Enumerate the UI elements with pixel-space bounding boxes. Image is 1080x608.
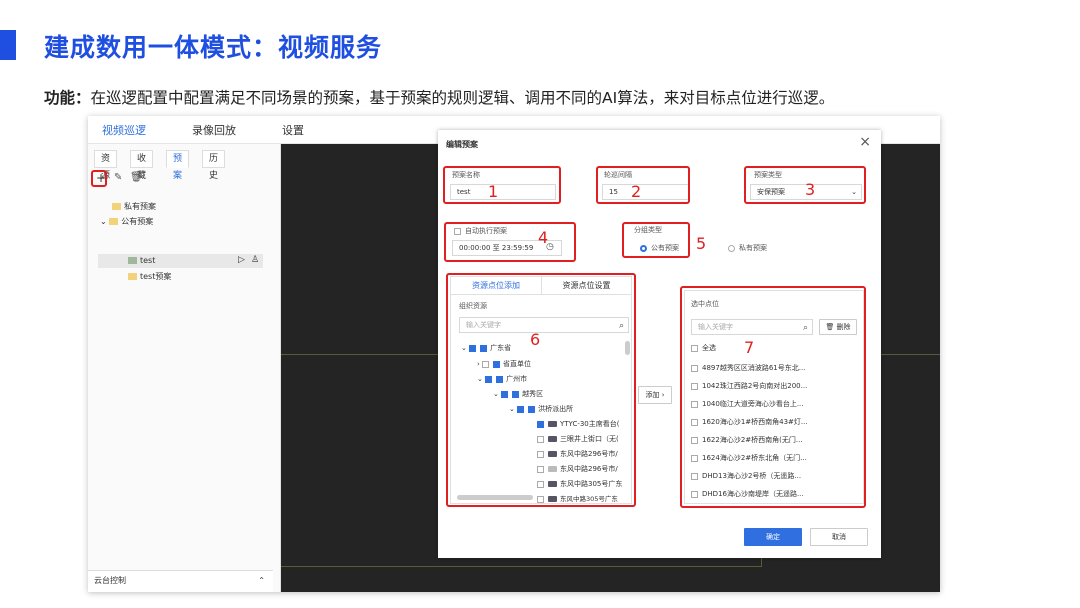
annotation-box-4: [444, 222, 576, 262]
tree-label: 私有预案: [124, 202, 156, 211]
edit-plan-dialog: 编辑预案 × 预案名称 test 1 轮巡间隔 15 2 预案类型 安保预案 ⌄ …: [438, 130, 881, 558]
desc-colon: ：: [75, 89, 91, 107]
annotation-number: 1: [488, 182, 499, 201]
annotation-box-1: [443, 166, 561, 204]
tab-plans[interactable]: 预案: [166, 150, 190, 181]
annotation-number: 6: [530, 330, 541, 349]
folder-icon: [112, 203, 121, 210]
chevron-up-icon: ⌃: [258, 576, 265, 585]
add-button[interactable]: 添加 ›: [638, 386, 672, 404]
radio-label: 私有预案: [739, 244, 767, 252]
annotation-box-6: [446, 273, 636, 507]
confirm-button[interactable]: 确定: [744, 528, 802, 546]
tab-history[interactable]: 历史: [202, 150, 226, 181]
dialog-title: 编辑预案: [446, 140, 478, 149]
nav-settings[interactable]: 设置: [282, 122, 304, 138]
annotation-number: 5: [696, 234, 707, 253]
close-icon[interactable]: ×: [859, 134, 871, 150]
video-grid-line: [281, 566, 761, 567]
nav-playback[interactable]: 录像回放: [192, 122, 236, 138]
slide-description: 功能：在巡逻配置中配置满足不同场景的预案，基于预案的规则逻辑、调用不同的AI算法…: [44, 86, 834, 108]
tree-plan-test2[interactable]: test预案: [128, 271, 171, 282]
tree-label: test: [140, 256, 156, 265]
annotation-number: 2: [631, 182, 642, 201]
group-private-radio[interactable]: 私有预案: [728, 243, 767, 253]
folder-icon: [128, 273, 137, 280]
play-icon[interactable]: ▷: [238, 255, 245, 265]
tree-label: test预案: [140, 272, 172, 281]
annotation-number: 7: [744, 338, 755, 357]
cancel-button[interactable]: 取消: [810, 528, 868, 546]
desc-label: 功能: [44, 89, 76, 107]
app-screenshot: 视频巡逻 录像回放 设置 资源 收藏 预案 历史 + ✎ 🗑 私有预案 ⌄ 公有…: [88, 116, 940, 592]
nav-video-patrol[interactable]: 视频巡逻: [102, 122, 146, 138]
user-icon[interactable]: ♙: [251, 255, 259, 265]
tab-favorites[interactable]: 收藏: [130, 150, 154, 181]
chevron-down-icon: ⌄: [100, 217, 110, 226]
tree-public-plans[interactable]: ⌄ 公有预案: [100, 216, 153, 227]
folder-icon: [109, 218, 119, 225]
edit-icon[interactable]: ✎: [114, 172, 122, 183]
tree-label: 公有预案: [121, 217, 154, 226]
delete-icon[interactable]: 🗑: [130, 172, 143, 183]
radio-icon: [728, 244, 735, 252]
desc-text: 在巡逻配置中配置满足不同场景的预案，基于预案的规则逻辑、调用不同的AI算法，来对…: [90, 89, 835, 107]
tree-private-plans[interactable]: 私有预案: [112, 201, 156, 212]
annotation-box-add: [91, 170, 107, 187]
annotation-number: 4: [538, 228, 549, 247]
plan-icon: [128, 257, 137, 264]
annotation-box-5: [622, 222, 690, 258]
left-toolbar: + ✎ 🗑: [92, 172, 212, 188]
annotation-number: 3: [805, 180, 816, 199]
annotation-box-2: [596, 166, 690, 204]
left-panel: 资源 收藏 预案 历史 + ✎ 🗑 私有预案 ⌄ 公有预案 test ▷ ♙ t…: [88, 144, 281, 592]
add-label: 添加: [645, 391, 660, 399]
ptz-control[interactable]: 云台控制 ⌃: [88, 570, 273, 592]
tree-plan-test[interactable]: test: [128, 256, 155, 265]
ptz-label: 云台控制: [94, 576, 126, 585]
tab-resources[interactable]: 资源: [94, 150, 118, 181]
annotation-box-7: [680, 286, 866, 508]
title-accent-bar: [0, 30, 16, 60]
slide-title: 建成数用一体模式：视频服务: [44, 33, 383, 62]
